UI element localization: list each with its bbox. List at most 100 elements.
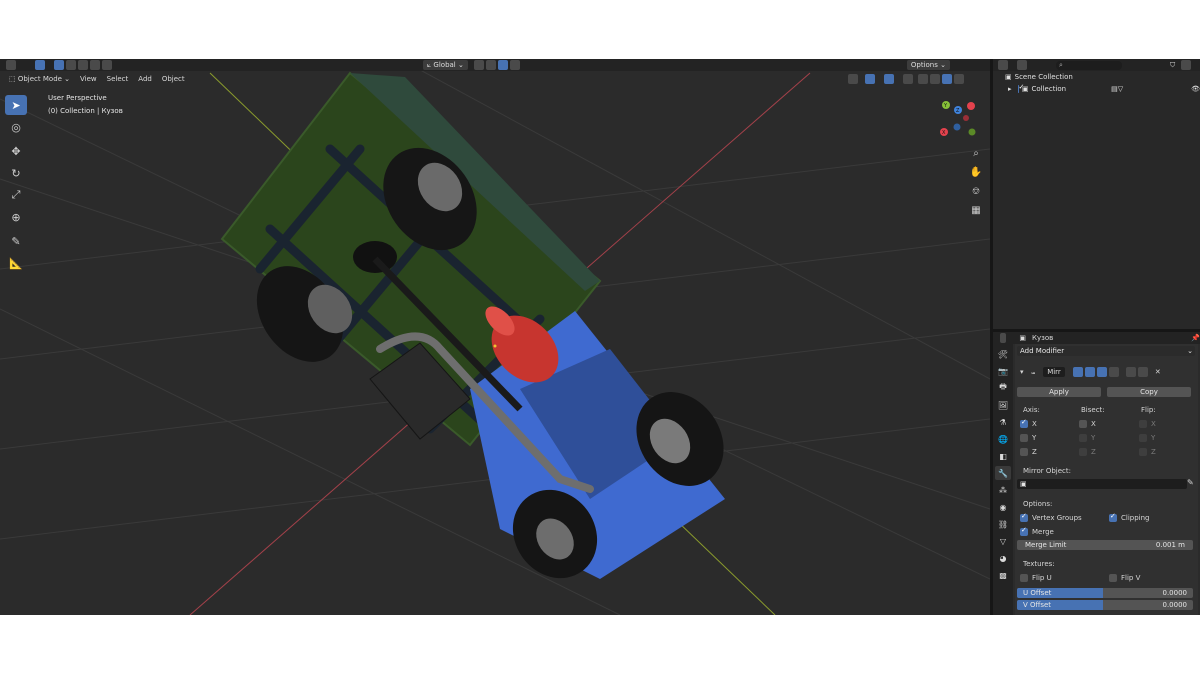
- pan-hand-icon[interactable]: ✋: [969, 166, 983, 180]
- gizmo-toggle-icon[interactable]: [864, 74, 875, 84]
- clipping-toggle[interactable]: Clipping: [1109, 512, 1150, 522]
- navigation-gizmo[interactable]: Y Z X: [938, 99, 978, 139]
- outliner-row-collection[interactable]: ▸ ▣ Collection ▤▽ 👁: [993, 83, 1200, 95]
- outliner-row-scene[interactable]: ▣ Scene Collection: [993, 71, 1200, 83]
- flip-y-toggle[interactable]: Y: [1139, 434, 1155, 442]
- select-mode-extend-icon[interactable]: [66, 60, 76, 70]
- particles-tab-icon[interactable]: ⁂: [995, 483, 1011, 497]
- merge-limit-field[interactable]: Merge Limit 0.001 m: [1017, 540, 1193, 550]
- shading-material-icon[interactable]: [941, 74, 952, 84]
- move-down-icon[interactable]: [1137, 367, 1148, 377]
- mirror-object-field[interactable]: ▣: [1017, 479, 1187, 489]
- texture-tab-icon[interactable]: ▩: [995, 568, 1011, 582]
- bisect-x-checkbox[interactable]: [1079, 420, 1087, 428]
- collapse-arrow-icon[interactable]: ▾: [1020, 368, 1024, 376]
- flip-u-toggle[interactable]: Flip U: [1020, 574, 1052, 582]
- merge-checkbox[interactable]: [1020, 526, 1028, 536]
- shading-rendered-icon[interactable]: [953, 74, 964, 84]
- modifier-name-field[interactable]: Mirr: [1043, 367, 1065, 377]
- overlay-toggle-icon[interactable]: [883, 74, 894, 84]
- bisect-y-checkbox[interactable]: [1079, 434, 1087, 442]
- outliner-search-input[interactable]: ⌕: [1056, 60, 1122, 70]
- transform-tool-icon[interactable]: ⊕: [5, 207, 27, 227]
- transform-orientation-dropdown[interactable]: ⟀ Global ⌄: [423, 60, 468, 70]
- vertex-groups-toggle[interactable]: Vertex Groups: [1020, 512, 1082, 522]
- remove-modifier-icon[interactable]: ✕: [1155, 368, 1161, 376]
- perspective-toggle-icon[interactable]: ▦: [969, 204, 983, 218]
- merge-toggle[interactable]: Merge: [1020, 526, 1054, 536]
- xray-icon[interactable]: [902, 74, 913, 84]
- flip-x-toggle[interactable]: X: [1139, 420, 1156, 428]
- flip-x-checkbox[interactable]: [1139, 420, 1147, 428]
- render-tab-icon[interactable]: 📷: [995, 364, 1011, 378]
- outliner-editor-icon[interactable]: [998, 60, 1008, 70]
- select-box-icon[interactable]: [35, 60, 45, 70]
- falloff-icon[interactable]: [509, 60, 520, 70]
- viewport-display-icon[interactable]: [1096, 367, 1107, 377]
- filter-icon[interactable]: ⛉: [1170, 61, 1175, 70]
- snap-icon[interactable]: [485, 60, 496, 70]
- mode-dropdown[interactable]: ⬚ Object Mode ⌄: [4, 74, 75, 85]
- axis-z-checkbox[interactable]: [1020, 448, 1028, 456]
- axis-x-checkbox[interactable]: [1020, 418, 1028, 428]
- copy-button[interactable]: Copy: [1107, 387, 1191, 397]
- scene-tab-icon[interactable]: ⚗: [995, 415, 1011, 429]
- pin-icon[interactable]: 📌: [1191, 334, 1200, 342]
- shading-solid-icon[interactable]: [929, 74, 940, 84]
- edit-cage-icon[interactable]: [1072, 367, 1083, 377]
- new-collection-icon[interactable]: [1181, 60, 1192, 70]
- select-tool-icon[interactable]: ➤: [5, 95, 27, 115]
- viewport-scene[interactable]: [0, 59, 990, 615]
- zoom-icon[interactable]: ⌕: [969, 147, 983, 161]
- axis-y-checkbox[interactable]: [1020, 434, 1028, 442]
- flip-v-checkbox[interactable]: [1109, 574, 1117, 582]
- physics-tab-icon[interactable]: ◉: [995, 500, 1011, 514]
- menu-add[interactable]: Add: [133, 74, 157, 85]
- visibility-icon[interactable]: [847, 74, 858, 84]
- flip-v-toggle[interactable]: Flip V: [1109, 574, 1140, 582]
- flip-z-toggle[interactable]: Z: [1139, 448, 1156, 456]
- output-tab-icon[interactable]: 🖶: [995, 381, 1011, 395]
- bisect-x-toggle[interactable]: X: [1079, 420, 1096, 428]
- select-mode-intersect-icon[interactable]: [102, 60, 112, 70]
- properties-editor-icon[interactable]: [1000, 333, 1007, 343]
- data-tab-icon[interactable]: ▽: [995, 534, 1011, 548]
- modifier-tab-icon[interactable]: 🔧: [995, 466, 1011, 480]
- annotate-tool-icon[interactable]: ✎: [5, 231, 27, 251]
- editor-type-icon[interactable]: [6, 60, 16, 70]
- clipping-checkbox[interactable]: [1109, 512, 1117, 522]
- bisect-y-toggle[interactable]: Y: [1079, 434, 1095, 442]
- axis-x-toggle[interactable]: X: [1020, 418, 1037, 428]
- u-offset-field[interactable]: U Offset 0.0000: [1017, 588, 1193, 598]
- render-display-icon[interactable]: [1108, 367, 1119, 377]
- add-modifier-dropdown[interactable]: Add Modifier ⌄: [1017, 346, 1195, 356]
- expand-arrow-icon[interactable]: ▸: [1008, 85, 1012, 93]
- flip-u-checkbox[interactable]: [1020, 574, 1028, 582]
- proportional-edit-icon[interactable]: [497, 60, 508, 70]
- world-tab-icon[interactable]: 🌐: [995, 432, 1011, 446]
- bisect-z-toggle[interactable]: Z: [1079, 448, 1096, 456]
- material-tab-icon[interactable]: ◕: [995, 551, 1011, 565]
- view-layer-tab-icon[interactable]: 🖼: [995, 398, 1011, 412]
- v-offset-field[interactable]: V Offset 0.0000: [1017, 600, 1193, 610]
- select-mode-new-icon[interactable]: [54, 60, 64, 70]
- apply-button[interactable]: Apply: [1017, 387, 1101, 397]
- bisect-z-checkbox[interactable]: [1079, 448, 1087, 456]
- scale-tool-icon[interactable]: ⤢: [5, 185, 27, 205]
- measure-tool-icon[interactable]: 📐: [5, 253, 27, 273]
- eye-icon[interactable]: 👁: [1191, 85, 1200, 93]
- constraints-tab-icon[interactable]: ⛓: [995, 517, 1011, 531]
- flip-z-checkbox[interactable]: [1139, 448, 1147, 456]
- select-mode-invert-icon[interactable]: [90, 60, 100, 70]
- axis-y-toggle[interactable]: Y: [1020, 434, 1036, 442]
- pivot-icon[interactable]: [473, 60, 484, 70]
- camera-view-icon[interactable]: ⎊: [969, 185, 983, 199]
- eyedropper-icon[interactable]: ✎: [1187, 478, 1194, 487]
- cursor-tool-icon[interactable]: ◎: [5, 117, 27, 137]
- menu-view[interactable]: View: [75, 74, 102, 85]
- edit-mode-icon[interactable]: [1084, 367, 1095, 377]
- rotate-tool-icon[interactable]: ↻: [5, 163, 27, 183]
- move-up-icon[interactable]: [1125, 367, 1136, 377]
- menu-select[interactable]: Select: [102, 74, 134, 85]
- object-tab-icon[interactable]: ◧: [995, 449, 1011, 463]
